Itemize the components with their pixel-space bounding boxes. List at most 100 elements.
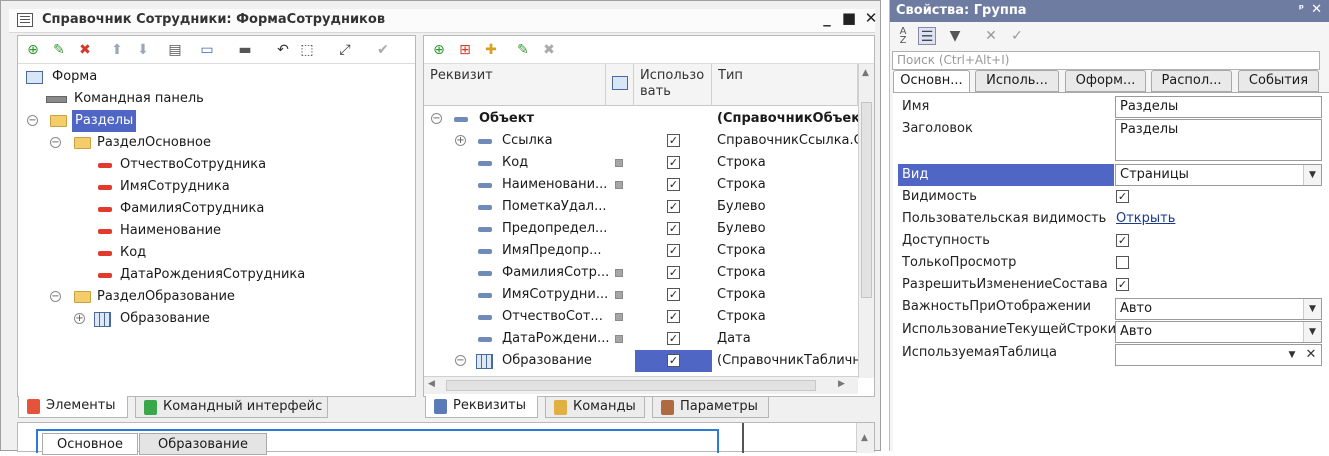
preview-tab-education[interactable]: Образование: [139, 433, 267, 455]
prop-current-row-select[interactable]: Авто ▼: [1115, 321, 1322, 343]
tree-item-section-main[interactable]: − РазделОсновное: [24, 132, 404, 154]
collapse-icon[interactable]: −: [455, 355, 466, 366]
tree-item-field[interactable]: ДатаРожденияСотрудника: [24, 264, 404, 286]
column-header-attribute[interactable]: Реквизит: [424, 64, 606, 106]
tab-layout[interactable]: Распол...: [1151, 70, 1232, 92]
delete-icon[interactable]: ✖: [76, 41, 94, 59]
add-icon[interactable]: ⊕: [24, 41, 42, 59]
form-preview-icon[interactable]: ▤: [166, 41, 184, 59]
tree-item-field[interactable]: ИмяСотрудника: [24, 176, 404, 198]
add-column-icon[interactable]: ✚: [482, 41, 500, 59]
filter-icon[interactable]: ▼: [946, 27, 964, 45]
table-row[interactable]: Предопредел... ✓ Булево: [424, 218, 858, 240]
collapse-icon[interactable]: −: [50, 291, 61, 302]
tab-usage[interactable]: Исполь...: [975, 70, 1059, 92]
add-attribute-icon[interactable]: ⊕: [430, 41, 448, 59]
tab-command-interface[interactable]: Командный интерфейс: [135, 396, 328, 418]
close-icon[interactable]: ✕: [1311, 2, 1322, 17]
tree-root[interactable]: Форма: [24, 66, 404, 88]
table-row[interactable]: ИмяСотрудни... ✓ Строка: [424, 284, 858, 306]
tab-attributes[interactable]: Реквизиты: [425, 396, 538, 418]
use-checkbox[interactable]: ✓: [667, 332, 680, 345]
scroll-up-icon[interactable]: ▲: [861, 433, 868, 443]
tab-appearance[interactable]: Оформ...: [1065, 70, 1146, 92]
prop-user-visible-link[interactable]: Открыть: [1116, 208, 1175, 230]
scrollbar-thumb[interactable]: [861, 102, 872, 298]
scroll-left-icon[interactable]: ◀: [428, 379, 435, 389]
tree-item-sections[interactable]: − Разделы: [24, 110, 404, 132]
delete-icon[interactable]: ✖: [540, 41, 558, 59]
prop-visible-checkbox[interactable]: ✓: [1116, 190, 1129, 203]
chevron-down-icon[interactable]: ▼: [1303, 299, 1321, 319]
tree-item-table[interactable]: + Образование: [24, 308, 404, 330]
prop-enabled-checkbox[interactable]: ✓: [1116, 234, 1129, 247]
tree-item-field[interactable]: ФамилияСотрудника: [24, 198, 404, 220]
resize-icon[interactable]: ⤢: [336, 41, 354, 59]
use-checkbox[interactable]: ✓: [667, 310, 680, 323]
collapse-icon[interactable]: −: [50, 137, 61, 148]
preview-tab-main[interactable]: Основное: [42, 433, 138, 455]
table-row[interactable]: ФамилияСотр... ✓ Строка: [424, 262, 858, 284]
table-row[interactable]: ОтчествоСот... ✓ Строка: [424, 306, 858, 328]
use-checkbox[interactable]: ✓: [667, 156, 680, 169]
tab-parameters[interactable]: Параметры: [652, 396, 769, 418]
clear-icon[interactable]: ✕: [1303, 345, 1319, 365]
sort-alpha-icon[interactable]: AZ: [894, 27, 912, 46]
edit-icon[interactable]: ✎: [514, 41, 532, 59]
expand-icon[interactable]: +: [74, 313, 85, 324]
use-checkbox[interactable]: ✓: [667, 200, 680, 213]
prop-table-select[interactable]: ▼ ✕: [1115, 344, 1322, 366]
move-down-icon[interactable]: ⬇: [134, 41, 152, 59]
vertical-scrollbar[interactable]: ▲: [858, 64, 874, 378]
move-up-icon[interactable]: ⬆: [108, 41, 126, 59]
add-table-icon[interactable]: ⊞: [456, 41, 474, 59]
column-header-use[interactable]: Использо вать: [634, 64, 712, 106]
tab-elements[interactable]: Элементы: [18, 396, 128, 418]
use-checkbox[interactable]: ✓: [667, 134, 680, 147]
prop-caption-input[interactable]: Разделы: [1115, 119, 1322, 161]
preview-scrollbar[interactable]: ▲: [856, 423, 874, 453]
horizontal-scrollbar[interactable]: ◀ ▶: [424, 376, 858, 394]
monitor-icon[interactable]: ▭: [198, 41, 216, 59]
expand-icon[interactable]: +: [455, 135, 466, 146]
maximize-button[interactable]: ■: [839, 9, 859, 31]
apply-icon[interactable]: ✓: [1008, 27, 1026, 45]
chevron-down-icon[interactable]: ▼: [1303, 322, 1321, 342]
table-row[interactable]: − Образование ✓ (СправочникТабличн: [424, 350, 858, 372]
properties-search-input[interactable]: Поиск (Ctrl+Alt+I): [892, 51, 1320, 70]
scroll-up-icon[interactable]: ▲: [862, 68, 869, 78]
prop-view-select[interactable]: Страницы ▼: [1115, 164, 1322, 186]
screen-select-icon[interactable]: ⬚: [298, 41, 316, 59]
use-checkbox[interactable]: ✓: [667, 244, 680, 257]
chevron-down-icon[interactable]: ▼: [1283, 345, 1301, 365]
tab-commands[interactable]: Команды: [545, 396, 645, 418]
table-row[interactable]: Код ✓ Строка: [424, 152, 858, 174]
prop-allow-change-checkbox[interactable]: ✓: [1116, 278, 1129, 291]
layout-icon[interactable]: ▬: [236, 41, 254, 59]
prop-name-input[interactable]: Разделы: [1115, 96, 1322, 118]
tab-events[interactable]: События: [1238, 70, 1319, 92]
tree-item-field[interactable]: ОтчествоСотрудника: [24, 154, 404, 176]
use-checkbox[interactable]: ✓: [667, 178, 680, 191]
use-checkbox[interactable]: ✓: [667, 222, 680, 235]
check-icon[interactable]: ✔: [374, 41, 392, 59]
scroll-right-icon[interactable]: ▶: [838, 379, 845, 389]
close-button[interactable]: ✕: [861, 9, 881, 31]
column-header-type[interactable]: Тип: [712, 64, 858, 106]
table-row[interactable]: ИмяПредопр... ✓ Строка: [424, 240, 858, 262]
table-row[interactable]: ДатаРождени... ✓ Дата: [424, 328, 858, 350]
tree-item-field[interactable]: Наименование: [24, 220, 404, 242]
tree-item-section-education[interactable]: − РазделОбразование: [24, 286, 404, 308]
tab-main[interactable]: Основн...: [893, 70, 970, 93]
table-row[interactable]: − Объект (СправочникОбъект: [424, 108, 858, 130]
tree-item-command-panel[interactable]: Командная панель: [24, 88, 404, 110]
collapse-icon[interactable]: −: [431, 113, 442, 124]
table-row[interactable]: Наименовани... ✓ Строка: [424, 174, 858, 196]
use-checkbox[interactable]: ✓: [667, 354, 680, 367]
prop-importance-select[interactable]: Авто ▼: [1115, 298, 1322, 320]
pin-icon[interactable]: ᵖ: [1299, 2, 1304, 15]
delete-icon[interactable]: ✕: [982, 27, 1000, 45]
categories-icon[interactable]: ☰: [918, 27, 936, 45]
minimize-button[interactable]: _: [817, 9, 837, 31]
tree-item-field[interactable]: Код: [24, 242, 404, 264]
